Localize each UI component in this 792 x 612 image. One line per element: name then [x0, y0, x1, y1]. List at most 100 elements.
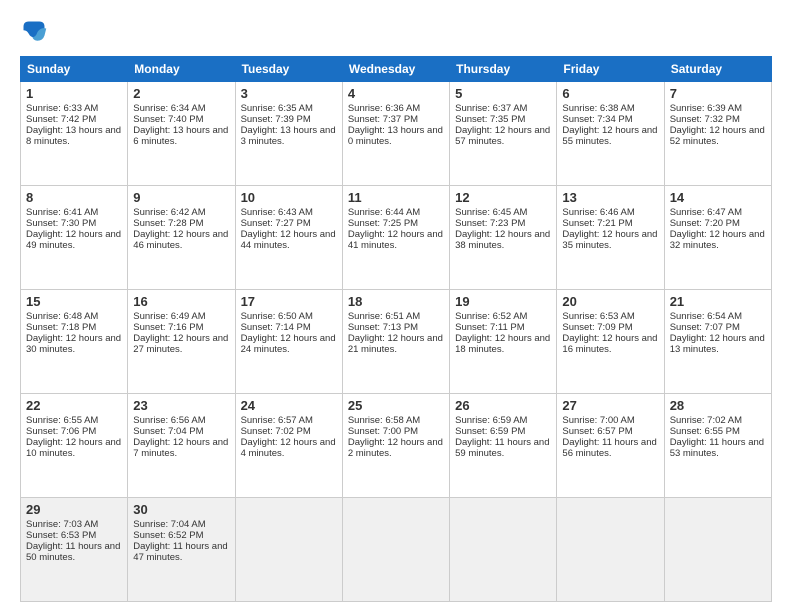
daylight-label: Daylight: 12 hours and 46 minutes.: [133, 229, 228, 251]
daylight-label: Daylight: 11 hours and 50 minutes.: [26, 541, 120, 563]
sunset-label: Sunset: 7:14 PM: [241, 322, 311, 333]
sunset-label: Sunset: 7:18 PM: [26, 322, 96, 333]
table-row: [450, 498, 557, 602]
calendar-week-row: 22Sunrise: 6:55 AMSunset: 7:06 PMDayligh…: [21, 394, 772, 498]
sunrise-label: Sunrise: 6:43 AM: [241, 207, 313, 218]
sunrise-label: Sunrise: 6:46 AM: [562, 207, 634, 218]
sunset-label: Sunset: 6:57 PM: [562, 426, 632, 437]
table-row: 1Sunrise: 6:33 AMSunset: 7:42 PMDaylight…: [21, 82, 128, 186]
table-row: 12Sunrise: 6:45 AMSunset: 7:23 PMDayligh…: [450, 186, 557, 290]
sunset-label: Sunset: 6:53 PM: [26, 530, 96, 541]
daylight-label: Daylight: 12 hours and 7 minutes.: [133, 437, 228, 459]
day-number: 10: [241, 190, 337, 205]
table-row: 16Sunrise: 6:49 AMSunset: 7:16 PMDayligh…: [128, 290, 235, 394]
table-row: 5 Sunrise: 6:37 AMSunset: 7:35 PMDaylight…: [450, 82, 557, 186]
table-row: 22Sunrise: 6:55 AMSunset: 7:06 PMDayligh…: [21, 394, 128, 498]
sunset-label: Sunset: 7:23 PM: [455, 218, 525, 229]
table-row: 24Sunrise: 6:57 AMSunset: 7:02 PMDayligh…: [235, 394, 342, 498]
daylight-label: Daylight: 12 hours and 38 minutes.: [455, 229, 550, 251]
sunrise-label: Sunrise: 7:03 AM: [26, 519, 98, 530]
daylight-label: Daylight: 13 hours and 8 minutes.: [26, 125, 121, 147]
table-row: [342, 498, 449, 602]
sunset-label: Sunset: 7:09 PM: [562, 322, 632, 333]
calendar-week-row: 15Sunrise: 6:48 AMSunset: 7:18 PMDayligh…: [21, 290, 772, 394]
daylight-label: Daylight: 12 hours and 44 minutes.: [241, 229, 336, 251]
calendar-week-row: 8Sunrise: 6:41 AMSunset: 7:30 PMDaylight…: [21, 186, 772, 290]
daylight-label: Daylight: 12 hours and 18 minutes.: [455, 333, 550, 355]
sunrise-label: Sunrise: 6:34 AM: [133, 103, 205, 114]
daylight-label: Daylight: 12 hours and 16 minutes.: [562, 333, 657, 355]
calendar-table: Sunday Monday Tuesday Wednesday Thursday…: [20, 56, 772, 602]
sunrise-label: Sunrise: 6:53 AM: [562, 311, 634, 322]
day-number: 26: [455, 398, 551, 413]
day-number: 28: [670, 398, 766, 413]
sunset-label: Sunset: 7:02 PM: [241, 426, 311, 437]
day-number: 6: [562, 86, 658, 101]
sunrise-label: Sunrise: 6:56 AM: [133, 415, 205, 426]
sunrise-label: Sunrise: 6:58 AM: [348, 415, 420, 426]
day-number: 2: [133, 86, 229, 101]
day-number: 18: [348, 294, 444, 309]
day-number: 29: [26, 502, 122, 517]
daylight-label: Daylight: 12 hours and 30 minutes.: [26, 333, 121, 355]
daylight-label: Daylight: 12 hours and 52 minutes.: [670, 125, 765, 147]
sunrise-label: Sunrise: 6:52 AM: [455, 311, 527, 322]
sunrise-label: Sunrise: 6:51 AM: [348, 311, 420, 322]
table-row: 4Sunrise: 6:36 AMSunset: 7:37 PMDaylight…: [342, 82, 449, 186]
table-row: 30Sunrise: 7:04 AMSunset: 6:52 PMDayligh…: [128, 498, 235, 602]
sunset-label: Sunset: 7:00 PM: [348, 426, 418, 437]
sunrise-label: Sunrise: 7:02 AM: [670, 415, 742, 426]
daylight-label: Daylight: 12 hours and 32 minutes.: [670, 229, 765, 251]
daylight-label: Daylight: 13 hours and 3 minutes.: [241, 125, 336, 147]
day-number: 23: [133, 398, 229, 413]
sunrise-label: Sunrise: 7:04 AM: [133, 519, 205, 530]
daylight-label: Daylight: 12 hours and 57 minutes.: [455, 125, 550, 147]
daylight-label: Daylight: 12 hours and 21 minutes.: [348, 333, 443, 355]
calendar-header-row: Sunday Monday Tuesday Wednesday Thursday…: [21, 57, 772, 82]
calendar-week-row: 29 Sunrise: 7:03 AMSunset: 6:53 PMDayligh…: [21, 498, 772, 602]
calendar-week-row: 1Sunrise: 6:33 AMSunset: 7:42 PMDaylight…: [21, 82, 772, 186]
day-number: 27: [562, 398, 658, 413]
day-number: 19: [455, 294, 551, 309]
day-number: 22: [26, 398, 122, 413]
sunset-label: Sunset: 7:35 PM: [455, 114, 525, 125]
table-row: 7Sunrise: 6:39 AMSunset: 7:32 PMDaylight…: [664, 82, 771, 186]
sunset-label: Sunset: 7:30 PM: [26, 218, 96, 229]
sunrise-label: Sunrise: 6:54 AM: [670, 311, 742, 322]
day-number: 1: [26, 86, 122, 101]
day-number: 15: [26, 294, 122, 309]
table-row: 3Sunrise: 6:35 AMSunset: 7:39 PMDaylight…: [235, 82, 342, 186]
table-row: 17Sunrise: 6:50 AMSunset: 7:14 PMDayligh…: [235, 290, 342, 394]
daylight-label: Daylight: 12 hours and 10 minutes.: [26, 437, 121, 459]
col-monday: Monday: [128, 57, 235, 82]
table-row: [235, 498, 342, 602]
sunrise-label: Sunrise: 6:42 AM: [133, 207, 205, 218]
table-row: 27Sunrise: 7:00 AMSunset: 6:57 PMDayligh…: [557, 394, 664, 498]
sunset-label: Sunset: 6:59 PM: [455, 426, 525, 437]
day-number: 4: [348, 86, 444, 101]
day-number: 21: [670, 294, 766, 309]
day-number: 17: [241, 294, 337, 309]
table-row: 18Sunrise: 6:51 AMSunset: 7:13 PMDayligh…: [342, 290, 449, 394]
day-number: 5: [455, 86, 551, 101]
day-number: 12: [455, 190, 551, 205]
daylight-label: Daylight: 12 hours and 13 minutes.: [670, 333, 765, 355]
sunrise-label: Sunrise: 6:44 AM: [348, 207, 420, 218]
table-row: [557, 498, 664, 602]
sunrise-label: Sunrise: 6:55 AM: [26, 415, 98, 426]
table-row: 25Sunrise: 6:58 AMSunset: 7:00 PMDayligh…: [342, 394, 449, 498]
sunrise-label: Sunrise: 6:48 AM: [26, 311, 98, 322]
daylight-label: Daylight: 13 hours and 6 minutes.: [133, 125, 228, 147]
daylight-label: Daylight: 12 hours and 4 minutes.: [241, 437, 336, 459]
sunset-label: Sunset: 6:55 PM: [670, 426, 740, 437]
sunrise-label: Sunrise: 6:33 AM: [26, 103, 98, 114]
table-row: 9Sunrise: 6:42 AMSunset: 7:28 PMDaylight…: [128, 186, 235, 290]
sunrise-label: Sunrise: 6:37 AM: [455, 103, 527, 114]
page: Sunday Monday Tuesday Wednesday Thursday…: [0, 0, 792, 612]
col-sunday: Sunday: [21, 57, 128, 82]
day-number: 24: [241, 398, 337, 413]
sunrise-label: Sunrise: 6:47 AM: [670, 207, 742, 218]
daylight-label: Daylight: 12 hours and 2 minutes.: [348, 437, 443, 459]
sunrise-label: Sunrise: 6:38 AM: [562, 103, 634, 114]
day-number: 3: [241, 86, 337, 101]
